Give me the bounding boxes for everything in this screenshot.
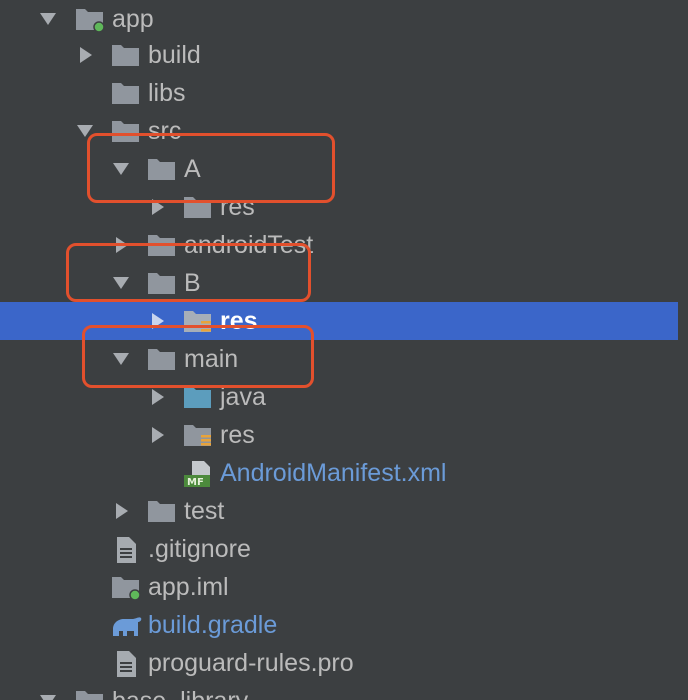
tree-row-label: androidTest bbox=[184, 231, 314, 259]
tree-row-libs[interactable]: libs bbox=[0, 74, 678, 112]
tree-row-label: src bbox=[148, 117, 182, 145]
tree-row-label: main bbox=[184, 345, 239, 373]
expand-arrow-icon[interactable] bbox=[111, 349, 131, 369]
tree-row-label: res bbox=[220, 307, 258, 335]
tree-row-label: proguard-rules.pro bbox=[148, 649, 354, 677]
resource-folder-icon bbox=[183, 308, 213, 334]
gradle-icon bbox=[111, 612, 142, 638]
project-tree-panel: app build libs src A res androidTest B r… bbox=[0, 0, 688, 700]
tree-row-app[interactable]: app bbox=[0, 0, 678, 38]
tree-row-test[interactable]: test bbox=[0, 492, 678, 530]
tree-row-label: base_library bbox=[112, 685, 248, 700]
tree-row-res-main[interactable]: res bbox=[0, 416, 678, 454]
collapse-arrow-icon[interactable] bbox=[111, 235, 131, 255]
module-folder-icon bbox=[111, 574, 141, 601]
folder-icon bbox=[111, 80, 141, 106]
tree-row-label: res bbox=[220, 193, 255, 221]
tree-row-label: AndroidManifest.xml bbox=[220, 459, 447, 487]
tree-row-res[interactable]: res bbox=[0, 188, 678, 226]
tree-row-src[interactable]: src bbox=[0, 112, 678, 150]
tree-row-label: app.iml bbox=[148, 573, 229, 601]
tree-row-label: test bbox=[184, 497, 225, 525]
tree-row-res-selected[interactable]: res bbox=[0, 302, 678, 340]
collapse-arrow-icon[interactable] bbox=[111, 501, 131, 521]
folder-icon bbox=[147, 346, 177, 372]
tree-row-label: app bbox=[112, 5, 154, 33]
folder-icon bbox=[111, 42, 141, 68]
expand-arrow-icon[interactable] bbox=[111, 159, 131, 179]
collapse-arrow-icon[interactable] bbox=[75, 45, 95, 65]
tree-row-build-gradle[interactable]: build.gradle bbox=[0, 606, 678, 644]
tree-row-label: libs bbox=[148, 79, 186, 107]
source-folder-icon bbox=[183, 384, 213, 410]
svg-text:MF: MF bbox=[187, 477, 204, 488]
folder-icon bbox=[147, 156, 177, 182]
module-folder-icon bbox=[75, 688, 105, 700]
tree-row-gitignore[interactable]: .gitignore bbox=[0, 530, 678, 568]
tree-row-label: java bbox=[220, 383, 266, 411]
collapse-arrow-icon[interactable] bbox=[147, 387, 167, 407]
folder-icon bbox=[147, 270, 177, 296]
tree-row-b[interactable]: B bbox=[0, 264, 678, 302]
tree-row-java[interactable]: java bbox=[0, 378, 678, 416]
collapse-arrow-icon[interactable] bbox=[147, 197, 167, 217]
tree-row-androidtest[interactable]: androidTest bbox=[0, 226, 678, 264]
resource-folder-icon bbox=[183, 422, 213, 448]
text-file-icon bbox=[111, 650, 141, 677]
tree-row-proguard[interactable]: proguard-rules.pro bbox=[0, 644, 678, 682]
folder-icon bbox=[111, 118, 141, 144]
collapse-arrow-icon[interactable] bbox=[147, 311, 167, 331]
tree-row-label: A bbox=[184, 155, 201, 183]
manifest-file-icon: MF bbox=[183, 460, 213, 488]
collapse-arrow-icon[interactable] bbox=[147, 425, 167, 445]
tree-row-a[interactable]: A bbox=[0, 150, 678, 188]
tree-row-base-library[interactable]: base_library bbox=[0, 682, 678, 700]
tree-row-androidmanifest[interactable]: MF AndroidManifest.xml bbox=[0, 454, 678, 492]
folder-icon bbox=[147, 232, 177, 258]
tree-row-app-iml[interactable]: app.iml bbox=[0, 568, 678, 606]
tree-row-label: B bbox=[184, 269, 201, 297]
tree-row-label: res bbox=[220, 421, 255, 449]
tree-row-label: build.gradle bbox=[148, 611, 278, 639]
expand-arrow-icon[interactable] bbox=[38, 9, 58, 29]
folder-icon bbox=[147, 498, 177, 524]
module-folder-icon bbox=[75, 6, 105, 33]
expand-arrow-icon[interactable] bbox=[38, 691, 58, 700]
tree-row-main[interactable]: main bbox=[0, 340, 678, 378]
expand-arrow-icon[interactable] bbox=[75, 121, 95, 141]
tree-row-build[interactable]: build bbox=[0, 36, 678, 74]
tree-row-label: build bbox=[148, 41, 201, 69]
folder-icon bbox=[183, 194, 213, 220]
text-file-icon bbox=[111, 536, 141, 563]
expand-arrow-icon[interactable] bbox=[111, 273, 131, 293]
tree-row-label: .gitignore bbox=[148, 535, 251, 563]
